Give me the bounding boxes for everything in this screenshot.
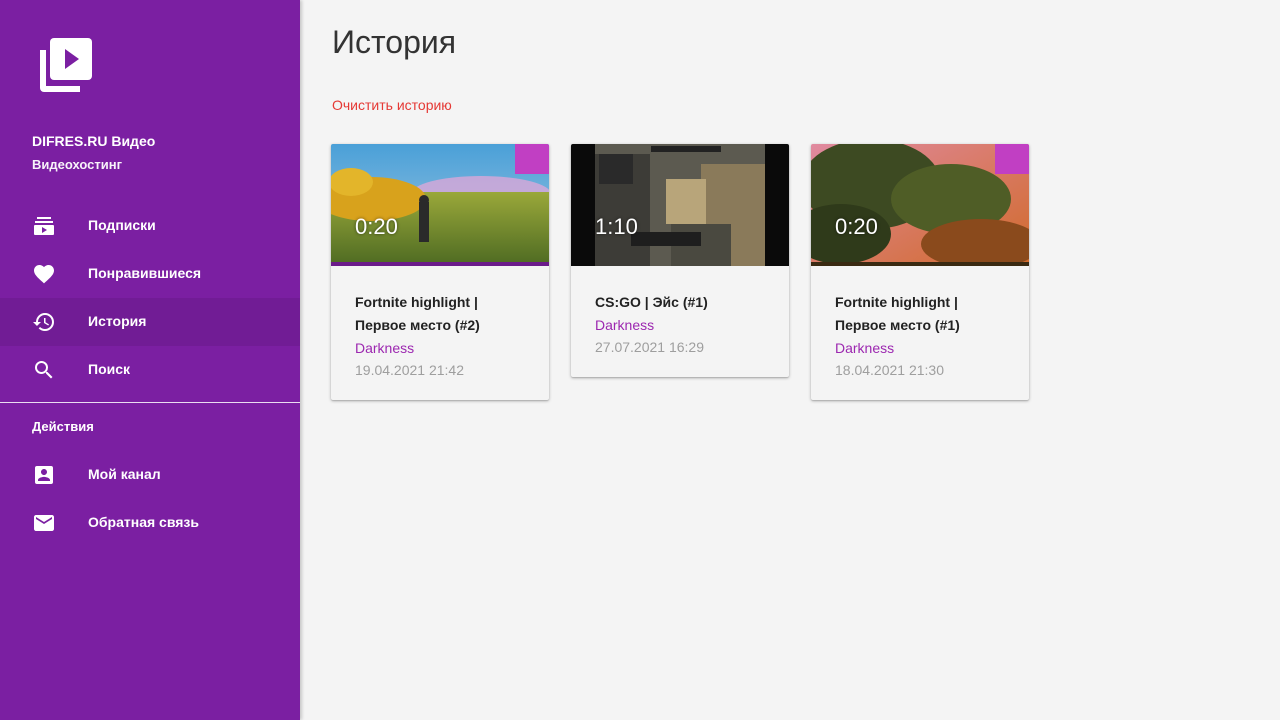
- sidebar-item-label: Понравившиеся: [88, 265, 202, 281]
- sidebar-item-my-channel[interactable]: Мой канал: [0, 451, 300, 499]
- video-channel[interactable]: Darkness: [595, 314, 765, 336]
- sidebar-item-subscriptions[interactable]: Подписки: [0, 202, 300, 250]
- video-channel[interactable]: Darkness: [355, 337, 525, 359]
- video-card[interactable]: 1:10 CS:GO | Эйс (#1) Darkness 27.07.202…: [571, 144, 789, 377]
- page-title: История: [332, 24, 457, 60]
- video-channel[interactable]: Darkness: [835, 337, 1005, 359]
- sidebar-divider: [0, 402, 300, 403]
- search-icon: [35, 361, 53, 379]
- sidebar-item-history[interactable]: История: [0, 298, 300, 346]
- sidebar-item-label: Обратная связь: [88, 514, 199, 530]
- video-duration: 1:10: [595, 214, 638, 239]
- video-duration: 0:20: [835, 214, 878, 239]
- mail-icon: [34, 515, 54, 531]
- main-content: История Очистить историю 0:20 Fortnite h…: [300, 0, 1280, 720]
- sidebar-item-search[interactable]: Поиск: [0, 346, 300, 394]
- sidebar-item-feedback[interactable]: Обратная связь: [0, 499, 300, 547]
- clear-history-link[interactable]: Очистить историю: [332, 97, 452, 113]
- video-thumbnail[interactable]: 0:20: [331, 144, 549, 266]
- video-title[interactable]: Fortnite highlight | Первое место (#2): [355, 291, 525, 337]
- video-date: 27.07.2021 16:29: [595, 339, 704, 355]
- video-card[interactable]: 0:20 Fortnite highlight | Первое место (…: [331, 144, 549, 400]
- video-title[interactable]: CS:GO | Эйс (#1): [595, 291, 765, 314]
- history-icon: [33, 313, 54, 331]
- video-title[interactable]: Fortnite highlight | Первое место (#1): [835, 291, 1005, 337]
- video-thumbnail[interactable]: 1:10: [571, 144, 789, 266]
- sidebar-item-liked[interactable]: Понравившиеся: [0, 250, 300, 298]
- sidebar-item-label: Мой канал: [88, 466, 161, 482]
- heart-icon: [34, 265, 54, 284]
- video-library-icon[interactable]: [36, 36, 94, 94]
- account-box-icon: [35, 466, 53, 484]
- video-thumbnail[interactable]: 0:20: [811, 144, 1029, 266]
- sidebar-item-label: Поиск: [88, 361, 131, 377]
- video-card[interactable]: 0:20 Fortnite highlight | Первое место (…: [811, 144, 1029, 400]
- actions-section-title: Действия: [32, 419, 94, 434]
- sidebar-item-label: Подписки: [88, 217, 156, 233]
- video-date: 19.04.2021 21:42: [355, 362, 464, 378]
- video-date: 18.04.2021 21:30: [835, 362, 944, 378]
- video-duration: 0:20: [355, 214, 398, 239]
- brand-subtitle: Видеохостинг: [32, 157, 123, 172]
- subscriptions-icon: [34, 217, 54, 235]
- brand-name: DIFRES.RU Видео: [32, 133, 156, 149]
- sidebar: DIFRES.RU Видео Видеохостинг Подписки По…: [0, 0, 300, 720]
- sidebar-item-label: История: [88, 313, 147, 329]
